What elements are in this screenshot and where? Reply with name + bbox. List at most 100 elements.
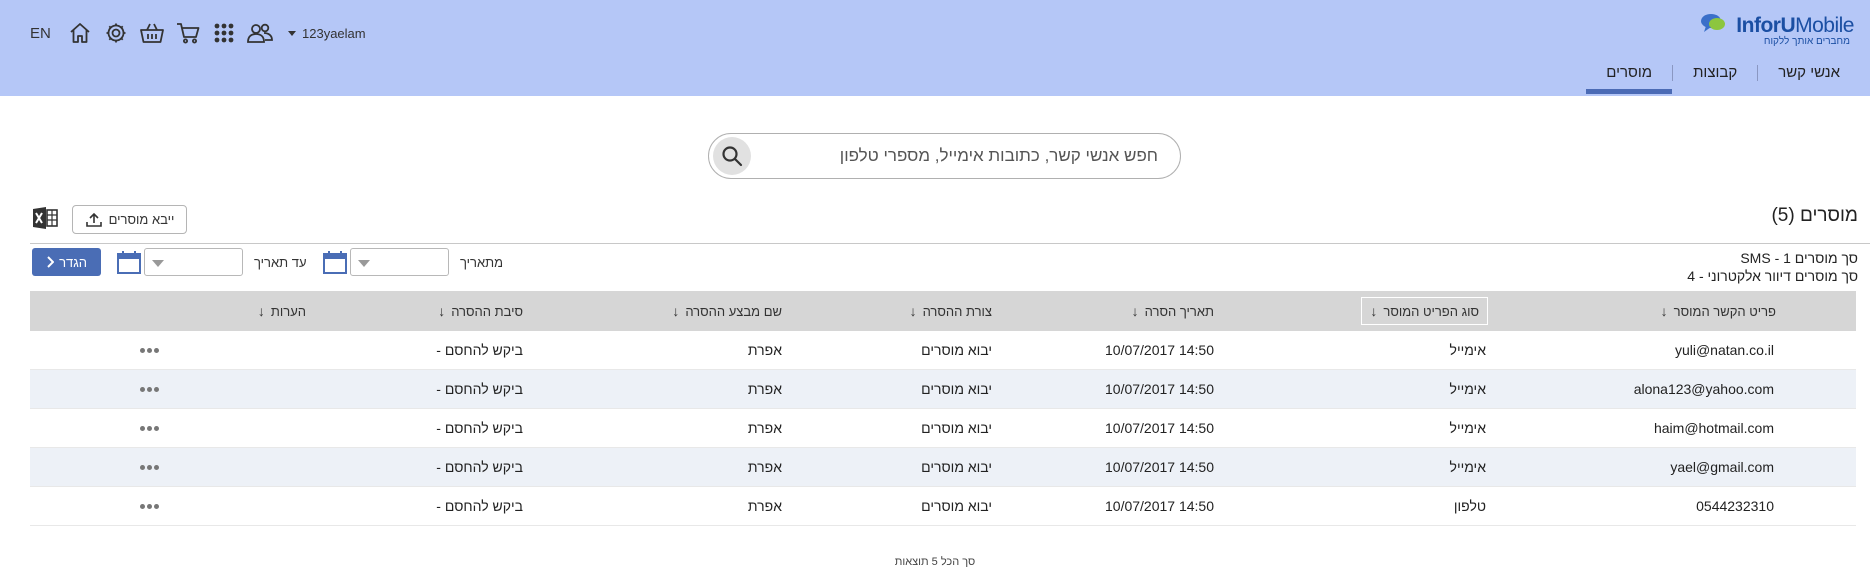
apps-grid-icon[interactable] bbox=[210, 19, 238, 47]
row-actions-icon[interactable] bbox=[140, 387, 160, 393]
email-total: סך מוסרים דיוור אלקטרוני - 4 bbox=[1687, 268, 1858, 284]
table-row[interactable]: haim@hotmail.com אימייל 10/07/2017 14:50… bbox=[30, 409, 1856, 448]
table-row[interactable]: yuli@natan.co.il אימייל 10/07/2017 14:50… bbox=[30, 331, 1856, 370]
sort-arrow-icon: ↓ bbox=[438, 303, 446, 319]
basket-icon[interactable] bbox=[138, 19, 166, 47]
calendar-icon[interactable] bbox=[116, 250, 142, 275]
search-button[interactable] bbox=[713, 137, 751, 175]
cell-contact: 0544232310 bbox=[1696, 498, 1774, 514]
dropdown-caret-icon bbox=[358, 260, 370, 267]
unsubscribers-summary: סך מוסרים SMS - 1 סך מוסרים דיוור אלקטרו… bbox=[1687, 249, 1858, 285]
cell-method: יבוא מוסרים bbox=[921, 420, 992, 436]
user-menu[interactable]: 123yaelam bbox=[288, 26, 366, 41]
upload-icon bbox=[85, 212, 102, 227]
from-date-label: מתאריך bbox=[460, 255, 504, 270]
cell-method: יבוא מוסרים bbox=[921, 381, 992, 397]
col-type-header[interactable]: סוג הפריט המוסר ↓ bbox=[1361, 297, 1488, 325]
tab-unsubscribers-label: מוסרים bbox=[1606, 64, 1653, 81]
col-method-header[interactable]: צורת ההסרה ↓ bbox=[910, 291, 992, 331]
cell-date: 10/07/2017 14:50 bbox=[1105, 381, 1214, 397]
cell-type: אימייל bbox=[1449, 420, 1486, 436]
cell-reason: ביקש להחסם - bbox=[436, 420, 523, 436]
users-icon[interactable] bbox=[246, 19, 274, 47]
cell-type: אימייל bbox=[1449, 459, 1486, 475]
apply-filter-button[interactable]: הגדר bbox=[32, 248, 101, 276]
row-actions-icon[interactable] bbox=[140, 465, 160, 471]
import-unsubscribers-button[interactable]: ייבא מוסרים bbox=[72, 205, 187, 234]
username: 123yaelam bbox=[302, 25, 366, 41]
top-header: InforUMobile מחברים אותך ללקוח אנשי קשר … bbox=[0, 0, 1870, 96]
to-date-select[interactable] bbox=[144, 248, 243, 276]
col-reason-label: סיבת ההסרה bbox=[451, 303, 523, 319]
table-header: פריט הקשר המוסר ↓ סוג הפריט המוסר ↓ תאריך … bbox=[30, 291, 1856, 331]
row-actions-icon[interactable] bbox=[140, 348, 160, 354]
cell-reason: ביקש להחסם - bbox=[436, 381, 523, 397]
cell-reason: ביקש להחסם - bbox=[436, 342, 523, 358]
table-row[interactable]: 0544232310 טלפון 10/07/2017 14:50 יבוא מ… bbox=[30, 487, 1856, 526]
tab-contacts[interactable]: אנשי קשר bbox=[1758, 64, 1860, 94]
section-divider bbox=[30, 243, 1870, 244]
header-toolbar: EN 123yaelam bbox=[30, 18, 366, 48]
col-notes-label: הערות bbox=[270, 303, 306, 319]
cell-method: יבוא מוסרים bbox=[921, 342, 992, 358]
search-input[interactable] bbox=[761, 134, 1166, 178]
row-actions-icon[interactable] bbox=[140, 504, 160, 510]
cell-date: 10/07/2017 14:50 bbox=[1105, 498, 1214, 514]
col-by-header[interactable]: שם מבצע ההסרה ↓ bbox=[672, 291, 782, 331]
main-nav: אנשי קשר קבוצות מוסרים bbox=[1586, 64, 1860, 94]
logo-tagline: מחברים אותך ללקוח bbox=[1763, 36, 1850, 47]
excel-export-icon[interactable] bbox=[32, 206, 58, 230]
cell-method: יבוא מוסרים bbox=[921, 498, 992, 514]
logo-brand: InforU bbox=[1736, 14, 1796, 37]
cell-by: אפרת bbox=[747, 459, 782, 475]
cell-contact: yael@gmail.com bbox=[1670, 459, 1774, 475]
cell-type: אימייל bbox=[1449, 342, 1486, 358]
cell-date: 10/07/2017 14:50 bbox=[1105, 420, 1214, 436]
apply-button-label: הגדר bbox=[59, 254, 87, 270]
page-title: מוסרים (5) bbox=[1771, 205, 1858, 226]
col-contact-label: פריט הקשר המוסר bbox=[1673, 303, 1776, 319]
tab-contacts-label: אנשי קשר bbox=[1778, 64, 1840, 81]
unsubscribers-table: פריט הקשר המוסר ↓ סוג הפריט המוסר ↓ תאריך … bbox=[30, 291, 1856, 526]
cell-by: אפרת bbox=[747, 342, 782, 358]
logo-wordmark: InforUMobile bbox=[1736, 14, 1854, 38]
tab-groups[interactable]: קבוצות bbox=[1673, 64, 1757, 94]
cell-date: 10/07/2017 14:50 bbox=[1105, 342, 1214, 358]
tab-unsubscribers[interactable]: מוסרים bbox=[1586, 64, 1672, 94]
col-method-label: צורת ההסרה bbox=[922, 303, 992, 319]
results-total: סך הכל 5 תוצאות bbox=[894, 556, 976, 568]
table-row[interactable]: alona123@yahoo.com אימייל 10/07/2017 14:… bbox=[30, 370, 1856, 409]
col-notes-header[interactable]: הערות ↓ bbox=[258, 291, 306, 331]
dropdown-caret-icon bbox=[152, 260, 164, 267]
settings-icon[interactable] bbox=[102, 19, 130, 47]
import-button-label: ייבא מוסרים bbox=[108, 212, 175, 227]
cell-date: 10/07/2017 14:50 bbox=[1105, 459, 1214, 475]
from-date-select[interactable] bbox=[350, 248, 449, 276]
col-contact-header[interactable]: פריט הקשר המוסר ↓ bbox=[1661, 291, 1776, 331]
cell-by: אפרת bbox=[747, 420, 782, 436]
sms-total: סך מוסרים SMS - 1 bbox=[1740, 250, 1858, 266]
row-actions-icon[interactable] bbox=[140, 426, 160, 432]
sort-arrow-icon: ↓ bbox=[1370, 303, 1378, 319]
sort-arrow-icon: ↓ bbox=[909, 303, 917, 319]
table-row[interactable]: yael@gmail.com אימייל 10/07/2017 14:50 י… bbox=[30, 448, 1856, 487]
calendar-icon[interactable] bbox=[322, 250, 348, 275]
col-by-label: שם מבצע ההסרה bbox=[685, 303, 782, 319]
inforu-logo[interactable]: InforUMobile מחברים אותך ללקוח bbox=[1696, 12, 1856, 52]
home-icon[interactable] bbox=[66, 19, 94, 47]
cell-contact: alona123@yahoo.com bbox=[1633, 381, 1774, 397]
caret-down-icon bbox=[288, 30, 296, 36]
sort-arrow-icon: ↓ bbox=[672, 303, 680, 319]
to-date-label: עד תאריך bbox=[254, 255, 307, 270]
search-box bbox=[708, 133, 1181, 179]
cell-reason: ביקש להחסם - bbox=[436, 459, 523, 475]
cell-type: טלפון bbox=[1453, 498, 1486, 514]
search-icon bbox=[722, 146, 743, 167]
col-reason-header[interactable]: סיבת ההסרה ↓ bbox=[438, 291, 523, 331]
cart-icon[interactable] bbox=[174, 19, 202, 47]
language-toggle[interactable]: EN bbox=[30, 25, 58, 42]
col-date-header[interactable]: תאריך הסרה ↓ bbox=[1132, 291, 1214, 331]
cell-method: יבוא מוסרים bbox=[921, 459, 992, 475]
sort-arrow-icon: ↓ bbox=[1660, 303, 1668, 319]
cell-contact: haim@hotmail.com bbox=[1653, 420, 1774, 436]
